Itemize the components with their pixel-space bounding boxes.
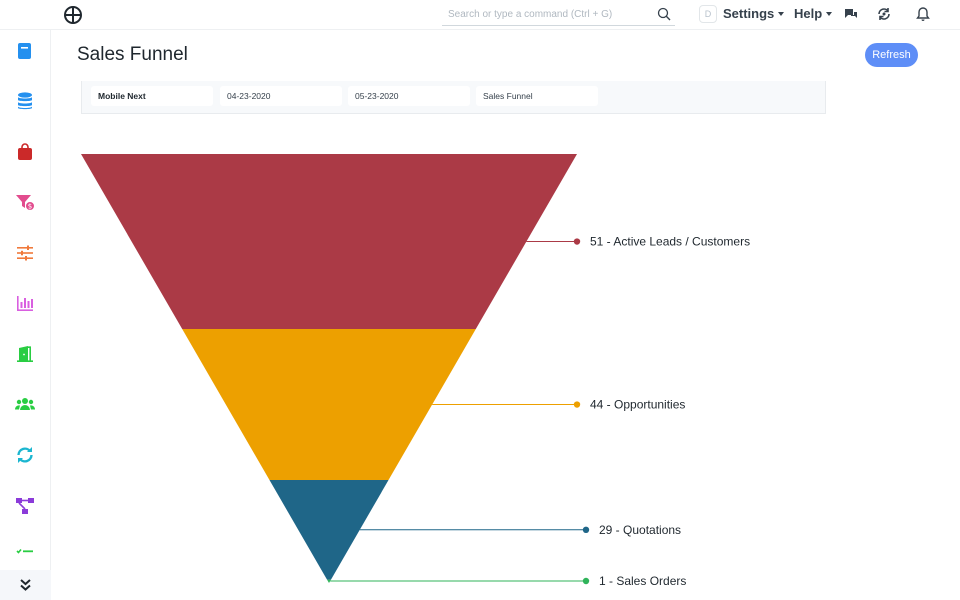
- sidebar-item-database-icon[interactable]: [15, 91, 35, 111]
- avatar[interactable]: D: [699, 5, 717, 23]
- sidebar-item-checklist-icon[interactable]: [15, 541, 35, 561]
- funnel-stage-label: 1 - Sales Orders: [599, 574, 686, 588]
- double-chevron-down-icon: [20, 579, 31, 591]
- sidebar-more-button[interactable]: [0, 570, 51, 600]
- funnel-stage-label: 51 - Active Leads / Customers: [590, 235, 750, 249]
- to-date-filter[interactable]: 05-23-2020: [348, 86, 470, 106]
- sidebar-item-door-open-icon[interactable]: [15, 344, 35, 364]
- caret-down-icon: [778, 11, 785, 16]
- sidebar: $: [0, 30, 51, 600]
- help-label: Help: [794, 6, 823, 21]
- search-bar[interactable]: [442, 4, 675, 26]
- sidebar-item-bar-chart-icon[interactable]: [15, 293, 35, 313]
- sidebar-item-sliders-icon[interactable]: [15, 243, 35, 263]
- top-navbar: D Settings Help: [0, 0, 960, 30]
- page-title: Sales Funnel: [77, 44, 188, 65]
- sync-icon[interactable]: [876, 6, 892, 22]
- search-input[interactable]: [442, 9, 642, 20]
- funnel-chart: 51 - Active Leads / Customers 44 - Opport…: [81, 154, 750, 588]
- sidebar-item-users-icon[interactable]: [14, 394, 36, 414]
- sidebar-item-shopping-bag-icon[interactable]: [15, 142, 35, 162]
- chat-icon[interactable]: [843, 6, 859, 22]
- sidebar-item-sitemap-icon[interactable]: [15, 496, 35, 516]
- search-icon[interactable]: [657, 7, 671, 21]
- app-logo-icon[interactable]: [64, 6, 82, 24]
- filter-bar: Mobile Next 04-23-2020 05-23-2020 Sales …: [81, 81, 826, 114]
- funnel-stage[interactable]: [182, 329, 476, 481]
- funnel-stage[interactable]: [81, 154, 577, 330]
- funnel-stage-label: 44 - Opportunities: [590, 398, 685, 412]
- sidebar-item-sync-icon[interactable]: [15, 445, 35, 465]
- settings-label: Settings: [723, 6, 775, 21]
- funnel-leader-dot: [582, 526, 590, 534]
- company-filter[interactable]: Mobile Next: [91, 86, 213, 106]
- from-date-filter[interactable]: 04-23-2020: [220, 86, 342, 106]
- funnel-stage-label: 29 - Quotations: [599, 523, 681, 537]
- funnel-leader-dot: [582, 577, 590, 585]
- caret-down-icon: [826, 11, 833, 16]
- svg-text:$: $: [28, 203, 32, 211]
- sidebar-item-book-icon[interactable]: [15, 41, 35, 61]
- bell-icon[interactable]: [915, 6, 931, 22]
- sidebar-item-funnel-dollar-icon[interactable]: $: [15, 192, 35, 212]
- report-filter[interactable]: Sales Funnel: [476, 86, 598, 106]
- funnel-leader-dot: [573, 401, 581, 408]
- settings-menu[interactable]: Settings: [723, 6, 785, 21]
- funnel-leader-dot: [573, 238, 581, 245]
- refresh-button[interactable]: Refresh: [865, 43, 918, 67]
- help-menu[interactable]: Help: [794, 6, 833, 21]
